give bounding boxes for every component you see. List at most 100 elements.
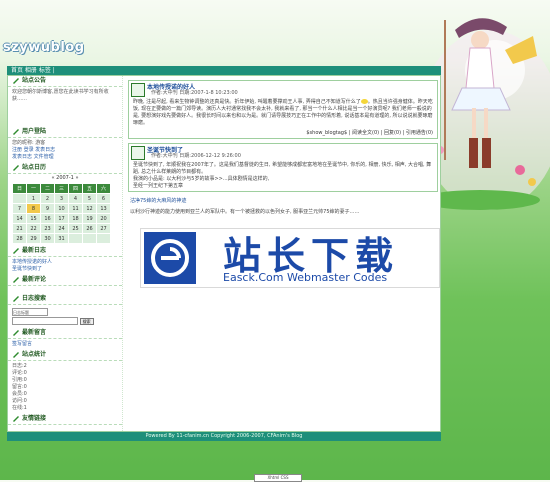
calendar-day[interactable]: 20 <box>96 213 111 224</box>
calendar-day[interactable]: 5 <box>82 193 97 204</box>
pencil-icon <box>13 248 19 254</box>
calendar-day[interactable]: 17 <box>54 213 69 224</box>
post-header: 本地传授诺的好人 作者:大中刊 日期:2007-1-8 10:23:00 <box>129 81 437 98</box>
recent-post-item[interactable]: 本地传授诺的好人 <box>12 259 118 266</box>
calendar-day[interactable]: 3 <box>54 193 69 204</box>
calendar-day[interactable]: 15 <box>26 213 41 224</box>
calendar-weekday: 一 <box>26 183 41 194</box>
search-input[interactable] <box>12 317 78 325</box>
calendar-heading: 站点日历 <box>8 163 122 174</box>
post-header: 圣诞节快到了 作者:大中刊 日期:2006-12-12 9:26:00 <box>129 144 437 161</box>
calendar-day[interactable]: 2 <box>40 193 55 204</box>
user-links[interactable]: 注册 登录 发表日志 <box>12 147 118 154</box>
calendar-day[interactable]: 10 <box>54 203 69 214</box>
calendar-day[interactable]: 23 <box>40 223 55 234</box>
stats-list: 日志:2 评论:0 引用:0 留言:0 会员:0 访问:0 在线:1 <box>8 361 122 414</box>
watermark: 站长下载 Easck.Com Webmaster Codes <box>140 228 440 288</box>
calendar-day[interactable]: 9 <box>40 203 55 214</box>
announce-heading: 站点公告 <box>8 76 122 87</box>
recent-posts-list: 本地传授诺的好人 圣诞节快到了 <box>8 257 122 275</box>
pencil-icon <box>13 277 19 283</box>
calendar-day[interactable]: 12 <box>82 203 97 214</box>
user-panel: 您的昵称: 游客 注册 登录 发表日志 发表日志 文件管理 <box>8 138 122 163</box>
calendar-day <box>82 233 97 244</box>
post-icon <box>131 146 145 160</box>
calendar-day <box>12 193 27 204</box>
calendar-day[interactable]: 28 <box>12 233 27 244</box>
post-body: 昨晚, 注是尽起, 看来生物钟调整的还真是快。折年伊始, 叫醒着要撑劲王人事, … <box>133 99 433 126</box>
footer-bar: Powered By 11-cfanim.cn Copyright 2006-2… <box>7 432 441 441</box>
calendar-day[interactable]: 22 <box>26 223 41 234</box>
post-card: 圣诞节快到了 作者:大中刊 日期:2006-12-12 9:26:00 圣诞节快… <box>128 143 438 192</box>
calendar-day[interactable]: 1 <box>26 193 41 204</box>
post-footer-links[interactable]: $show_blogtag$ | 阅读全文(0) | 回复(0) | 引用通告(… <box>129 128 437 138</box>
stats-line: 留言:0 <box>12 383 27 390</box>
pencil-icon <box>13 78 19 84</box>
smile-icon <box>360 99 368 104</box>
watermark-subtitle: Easck.Com Webmaster Codes <box>223 271 388 284</box>
calendar-day[interactable]: 27 <box>96 223 111 234</box>
calendar: 日一二三四五六 1 2 3 4 5 6 7 8 9 10 11 12 13 14 15 16 17 18 19 20 2… <box>12 183 111 244</box>
calendar-weekday: 日 <box>12 183 27 194</box>
comments-heading: 最新评论 <box>8 275 122 286</box>
post-excerpt: 沽净75婶的大麻风的神迹 以利沙行神迹的能力使用到亚兰人的军队中。有一个被拯救的… <box>126 192 440 218</box>
calendar-day[interactable]: 26 <box>82 223 97 234</box>
stats-line: 会员:0 <box>12 390 27 397</box>
post-icon <box>131 83 145 97</box>
calendar-day[interactable]: 29 <box>26 233 41 244</box>
stats-line: 评论:0 <box>12 369 27 376</box>
calendar-day <box>96 233 111 244</box>
calendar-day[interactable]: 18 <box>68 213 83 224</box>
guestbook-panel: 签写留言 <box>8 339 122 350</box>
calendar-day[interactable]: 13 <box>96 203 111 214</box>
recent-post-item[interactable]: 圣诞节快到了 <box>12 266 118 273</box>
user-nickname: 您的昵称: 游客 <box>12 140 46 146</box>
calendar-day[interactable]: 4 <box>68 193 83 204</box>
calendar-weekday: 五 <box>82 183 97 194</box>
validation-badge[interactable]: Xhtml CSS <box>254 474 302 482</box>
post-body: 圣诞节快到了, 年顺祝我在2007年了。这是我们基督徒的生日, 希望能够成都宏富… <box>133 162 432 189</box>
calendar-day[interactable]: 25 <box>68 223 83 234</box>
calendar-month[interactable]: « 2007-1 » <box>8 175 122 181</box>
header: szywublog <box>0 0 550 210</box>
calendar-day[interactable]: 11 <box>68 203 83 214</box>
post-card: 本地传授诺的好人 作者:大中刊 日期:2007-1-8 10:23:00 昨晚,… <box>128 80 438 139</box>
calendar-weekday: 二 <box>40 183 55 194</box>
calendar-day[interactable]: 8 <box>26 203 41 214</box>
calendar-weekday: 六 <box>96 183 111 194</box>
user-links-2[interactable]: 发表日志 文件管理 <box>12 154 118 161</box>
calendar-day <box>68 233 83 244</box>
calendar-day[interactable]: 31 <box>54 233 69 244</box>
calendar-day[interactable]: 7 <box>12 203 27 214</box>
pencil-icon <box>13 129 19 135</box>
calendar-day[interactable]: 6 <box>96 193 111 204</box>
recent-posts-heading: 最新日志 <box>8 246 122 257</box>
search-heading: 日志搜索 <box>8 294 122 305</box>
calendar-day[interactable]: 24 <box>54 223 69 234</box>
announce-text: 欢迎您朝尔斯博客,愿您在此读书学习有所收获…… <box>12 89 109 102</box>
calendar-day[interactable]: 19 <box>82 213 97 224</box>
pencil-icon <box>13 415 19 422</box>
search-button[interactable]: 搜索 <box>79 317 94 325</box>
links-heading: 友情链接 <box>8 414 122 425</box>
user-heading: 用户登陆 <box>8 127 122 138</box>
calendar-day[interactable]: 21 <box>12 223 27 234</box>
easck-logo-icon <box>144 232 196 284</box>
search-type-select[interactable]: 日志标题 <box>12 308 48 316</box>
calendar-day[interactable]: 16 <box>40 213 55 224</box>
post-meta: 作者:大中刊 日期:2006-12-12 9:26:00 <box>151 153 241 159</box>
guestbook-heading: 最新留言 <box>8 328 122 339</box>
post-meta: 作者:大中刊 日期:2007-1-8 10:23:00 <box>151 90 238 96</box>
pencil-icon <box>13 329 19 336</box>
calendar-day[interactable]: 14 <box>12 213 27 224</box>
guestbook-link[interactable]: 签写留言 <box>12 341 118 348</box>
stats-line: 在线:1 <box>12 404 27 411</box>
calendar-day[interactable]: 30 <box>40 233 55 244</box>
excerpt-title[interactable]: 沽净75婶的大麻风的神迹 <box>130 198 436 205</box>
nav-bar[interactable]: 首页 相册 标签 | <box>7 66 441 75</box>
site-title[interactable]: szywublog <box>3 40 85 55</box>
stats-heading: 站点统计 <box>8 350 122 361</box>
pencil-icon <box>13 351 19 358</box>
search-panel: 日志标题 搜索 <box>8 305 122 328</box>
calendar-weekday: 三 <box>54 183 69 194</box>
